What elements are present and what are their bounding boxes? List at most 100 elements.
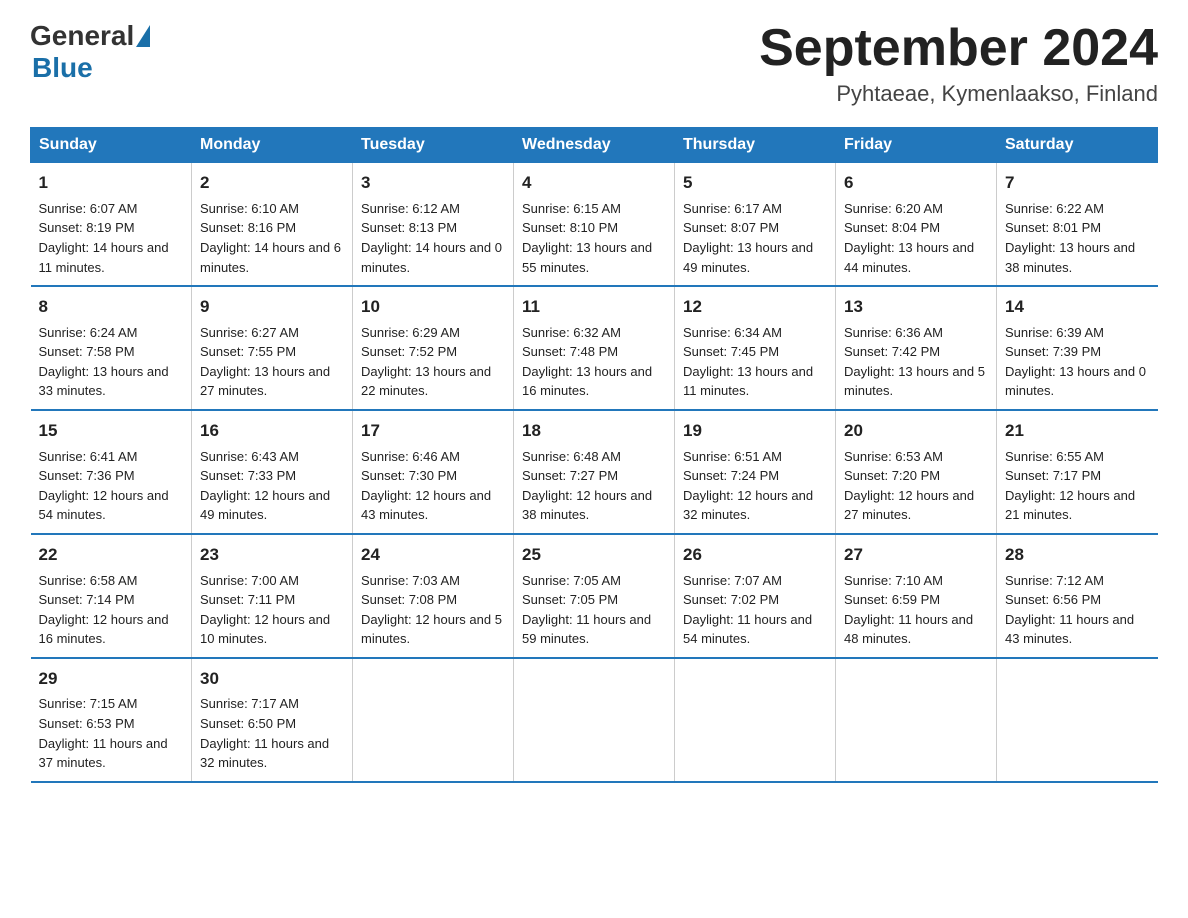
header-friday: Friday — [836, 128, 997, 163]
calendar-cell: 15 Sunrise: 6:41 AMSunset: 7:36 PMDaylig… — [31, 410, 192, 534]
day-info: Sunrise: 6:10 AMSunset: 8:16 PMDaylight:… — [200, 201, 341, 275]
calendar-cell: 28 Sunrise: 7:12 AMSunset: 6:56 PMDaylig… — [997, 534, 1158, 658]
day-info: Sunrise: 6:41 AMSunset: 7:36 PMDaylight:… — [39, 449, 169, 523]
day-info: Sunrise: 6:48 AMSunset: 7:27 PMDaylight:… — [522, 449, 652, 523]
day-number: 29 — [39, 667, 184, 692]
calendar-cell: 6 Sunrise: 6:20 AMSunset: 8:04 PMDayligh… — [836, 163, 997, 286]
day-number: 13 — [844, 295, 988, 320]
day-number: 15 — [39, 419, 184, 444]
calendar-cell: 20 Sunrise: 6:53 AMSunset: 7:20 PMDaylig… — [836, 410, 997, 534]
calendar-cell — [353, 658, 514, 782]
header-thursday: Thursday — [675, 128, 836, 163]
day-info: Sunrise: 6:34 AMSunset: 7:45 PMDaylight:… — [683, 325, 813, 399]
day-number: 5 — [683, 171, 827, 196]
calendar-cell: 9 Sunrise: 6:27 AMSunset: 7:55 PMDayligh… — [192, 286, 353, 410]
calendar-cell: 22 Sunrise: 6:58 AMSunset: 7:14 PMDaylig… — [31, 534, 192, 658]
header-wednesday: Wednesday — [514, 128, 675, 163]
day-number: 9 — [200, 295, 344, 320]
title-section: September 2024 Pyhtaeae, Kymenlaakso, Fi… — [759, 20, 1158, 107]
day-info: Sunrise: 6:36 AMSunset: 7:42 PMDaylight:… — [844, 325, 985, 399]
calendar-cell: 3 Sunrise: 6:12 AMSunset: 8:13 PMDayligh… — [353, 163, 514, 286]
calendar-cell: 10 Sunrise: 6:29 AMSunset: 7:52 PMDaylig… — [353, 286, 514, 410]
header-tuesday: Tuesday — [353, 128, 514, 163]
location-text: Pyhtaeae, Kymenlaakso, Finland — [759, 81, 1158, 107]
day-number: 17 — [361, 419, 505, 444]
day-info: Sunrise: 6:12 AMSunset: 8:13 PMDaylight:… — [361, 201, 502, 275]
calendar-cell: 26 Sunrise: 7:07 AMSunset: 7:02 PMDaylig… — [675, 534, 836, 658]
calendar-table: Sunday Monday Tuesday Wednesday Thursday… — [30, 127, 1158, 782]
day-number: 22 — [39, 543, 184, 568]
calendar-cell: 25 Sunrise: 7:05 AMSunset: 7:05 PMDaylig… — [514, 534, 675, 658]
calendar-cell: 29 Sunrise: 7:15 AMSunset: 6:53 PMDaylig… — [31, 658, 192, 782]
day-number: 26 — [683, 543, 827, 568]
calendar-cell: 8 Sunrise: 6:24 AMSunset: 7:58 PMDayligh… — [31, 286, 192, 410]
day-number: 20 — [844, 419, 988, 444]
day-info: Sunrise: 7:03 AMSunset: 7:08 PMDaylight:… — [361, 573, 502, 647]
calendar-cell — [514, 658, 675, 782]
calendar-cell: 18 Sunrise: 6:48 AMSunset: 7:27 PMDaylig… — [514, 410, 675, 534]
month-title: September 2024 — [759, 20, 1158, 77]
calendar-cell: 11 Sunrise: 6:32 AMSunset: 7:48 PMDaylig… — [514, 286, 675, 410]
day-number: 8 — [39, 295, 184, 320]
day-info: Sunrise: 7:07 AMSunset: 7:02 PMDaylight:… — [683, 573, 812, 647]
calendar-cell — [997, 658, 1158, 782]
header-saturday: Saturday — [997, 128, 1158, 163]
day-number: 6 — [844, 171, 988, 196]
header-sunday: Sunday — [31, 128, 192, 163]
header-monday: Monday — [192, 128, 353, 163]
day-number: 30 — [200, 667, 344, 692]
day-number: 23 — [200, 543, 344, 568]
day-info: Sunrise: 7:17 AMSunset: 6:50 PMDaylight:… — [200, 696, 329, 770]
day-info: Sunrise: 6:39 AMSunset: 7:39 PMDaylight:… — [1005, 325, 1146, 399]
day-info: Sunrise: 6:46 AMSunset: 7:30 PMDaylight:… — [361, 449, 491, 523]
calendar-body: 1 Sunrise: 6:07 AMSunset: 8:19 PMDayligh… — [31, 163, 1158, 782]
day-number: 19 — [683, 419, 827, 444]
calendar-cell: 23 Sunrise: 7:00 AMSunset: 7:11 PMDaylig… — [192, 534, 353, 658]
day-number: 28 — [1005, 543, 1150, 568]
logo-general-text: General — [30, 20, 134, 52]
calendar-cell: 5 Sunrise: 6:17 AMSunset: 8:07 PMDayligh… — [675, 163, 836, 286]
day-info: Sunrise: 6:32 AMSunset: 7:48 PMDaylight:… — [522, 325, 652, 399]
day-number: 7 — [1005, 171, 1150, 196]
calendar-cell: 21 Sunrise: 6:55 AMSunset: 7:17 PMDaylig… — [997, 410, 1158, 534]
calendar-cell: 2 Sunrise: 6:10 AMSunset: 8:16 PMDayligh… — [192, 163, 353, 286]
calendar-cell: 7 Sunrise: 6:22 AMSunset: 8:01 PMDayligh… — [997, 163, 1158, 286]
day-number: 21 — [1005, 419, 1150, 444]
day-info: Sunrise: 6:43 AMSunset: 7:33 PMDaylight:… — [200, 449, 330, 523]
day-info: Sunrise: 6:24 AMSunset: 7:58 PMDaylight:… — [39, 325, 169, 399]
day-info: Sunrise: 6:29 AMSunset: 7:52 PMDaylight:… — [361, 325, 491, 399]
day-info: Sunrise: 7:10 AMSunset: 6:59 PMDaylight:… — [844, 573, 973, 647]
day-info: Sunrise: 6:22 AMSunset: 8:01 PMDaylight:… — [1005, 201, 1135, 275]
logo-triangle-icon — [136, 25, 150, 47]
calendar-cell: 16 Sunrise: 6:43 AMSunset: 7:33 PMDaylig… — [192, 410, 353, 534]
day-info: Sunrise: 6:20 AMSunset: 8:04 PMDaylight:… — [844, 201, 974, 275]
day-number: 12 — [683, 295, 827, 320]
day-info: Sunrise: 6:07 AMSunset: 8:19 PMDaylight:… — [39, 201, 169, 275]
calendar-cell: 19 Sunrise: 6:51 AMSunset: 7:24 PMDaylig… — [675, 410, 836, 534]
day-number: 2 — [200, 171, 344, 196]
day-info: Sunrise: 7:12 AMSunset: 6:56 PMDaylight:… — [1005, 573, 1134, 647]
day-number: 10 — [361, 295, 505, 320]
day-number: 16 — [200, 419, 344, 444]
calendar-cell: 1 Sunrise: 6:07 AMSunset: 8:19 PMDayligh… — [31, 163, 192, 286]
day-number: 24 — [361, 543, 505, 568]
day-info: Sunrise: 7:05 AMSunset: 7:05 PMDaylight:… — [522, 573, 651, 647]
day-number: 11 — [522, 295, 666, 320]
calendar-cell: 30 Sunrise: 7:17 AMSunset: 6:50 PMDaylig… — [192, 658, 353, 782]
calendar-cell: 27 Sunrise: 7:10 AMSunset: 6:59 PMDaylig… — [836, 534, 997, 658]
logo-blue-text: Blue — [32, 52, 93, 84]
day-info: Sunrise: 6:15 AMSunset: 8:10 PMDaylight:… — [522, 201, 652, 275]
logo: General Blue — [30, 20, 150, 84]
day-info: Sunrise: 6:51 AMSunset: 7:24 PMDaylight:… — [683, 449, 813, 523]
calendar-header: Sunday Monday Tuesday Wednesday Thursday… — [31, 128, 1158, 163]
day-info: Sunrise: 6:55 AMSunset: 7:17 PMDaylight:… — [1005, 449, 1135, 523]
calendar-cell — [836, 658, 997, 782]
day-info: Sunrise: 6:17 AMSunset: 8:07 PMDaylight:… — [683, 201, 813, 275]
calendar-cell: 12 Sunrise: 6:34 AMSunset: 7:45 PMDaylig… — [675, 286, 836, 410]
calendar-cell — [675, 658, 836, 782]
calendar-cell: 4 Sunrise: 6:15 AMSunset: 8:10 PMDayligh… — [514, 163, 675, 286]
day-number: 1 — [39, 171, 184, 196]
day-info: Sunrise: 6:27 AMSunset: 7:55 PMDaylight:… — [200, 325, 330, 399]
day-number: 3 — [361, 171, 505, 196]
calendar-cell: 13 Sunrise: 6:36 AMSunset: 7:42 PMDaylig… — [836, 286, 997, 410]
